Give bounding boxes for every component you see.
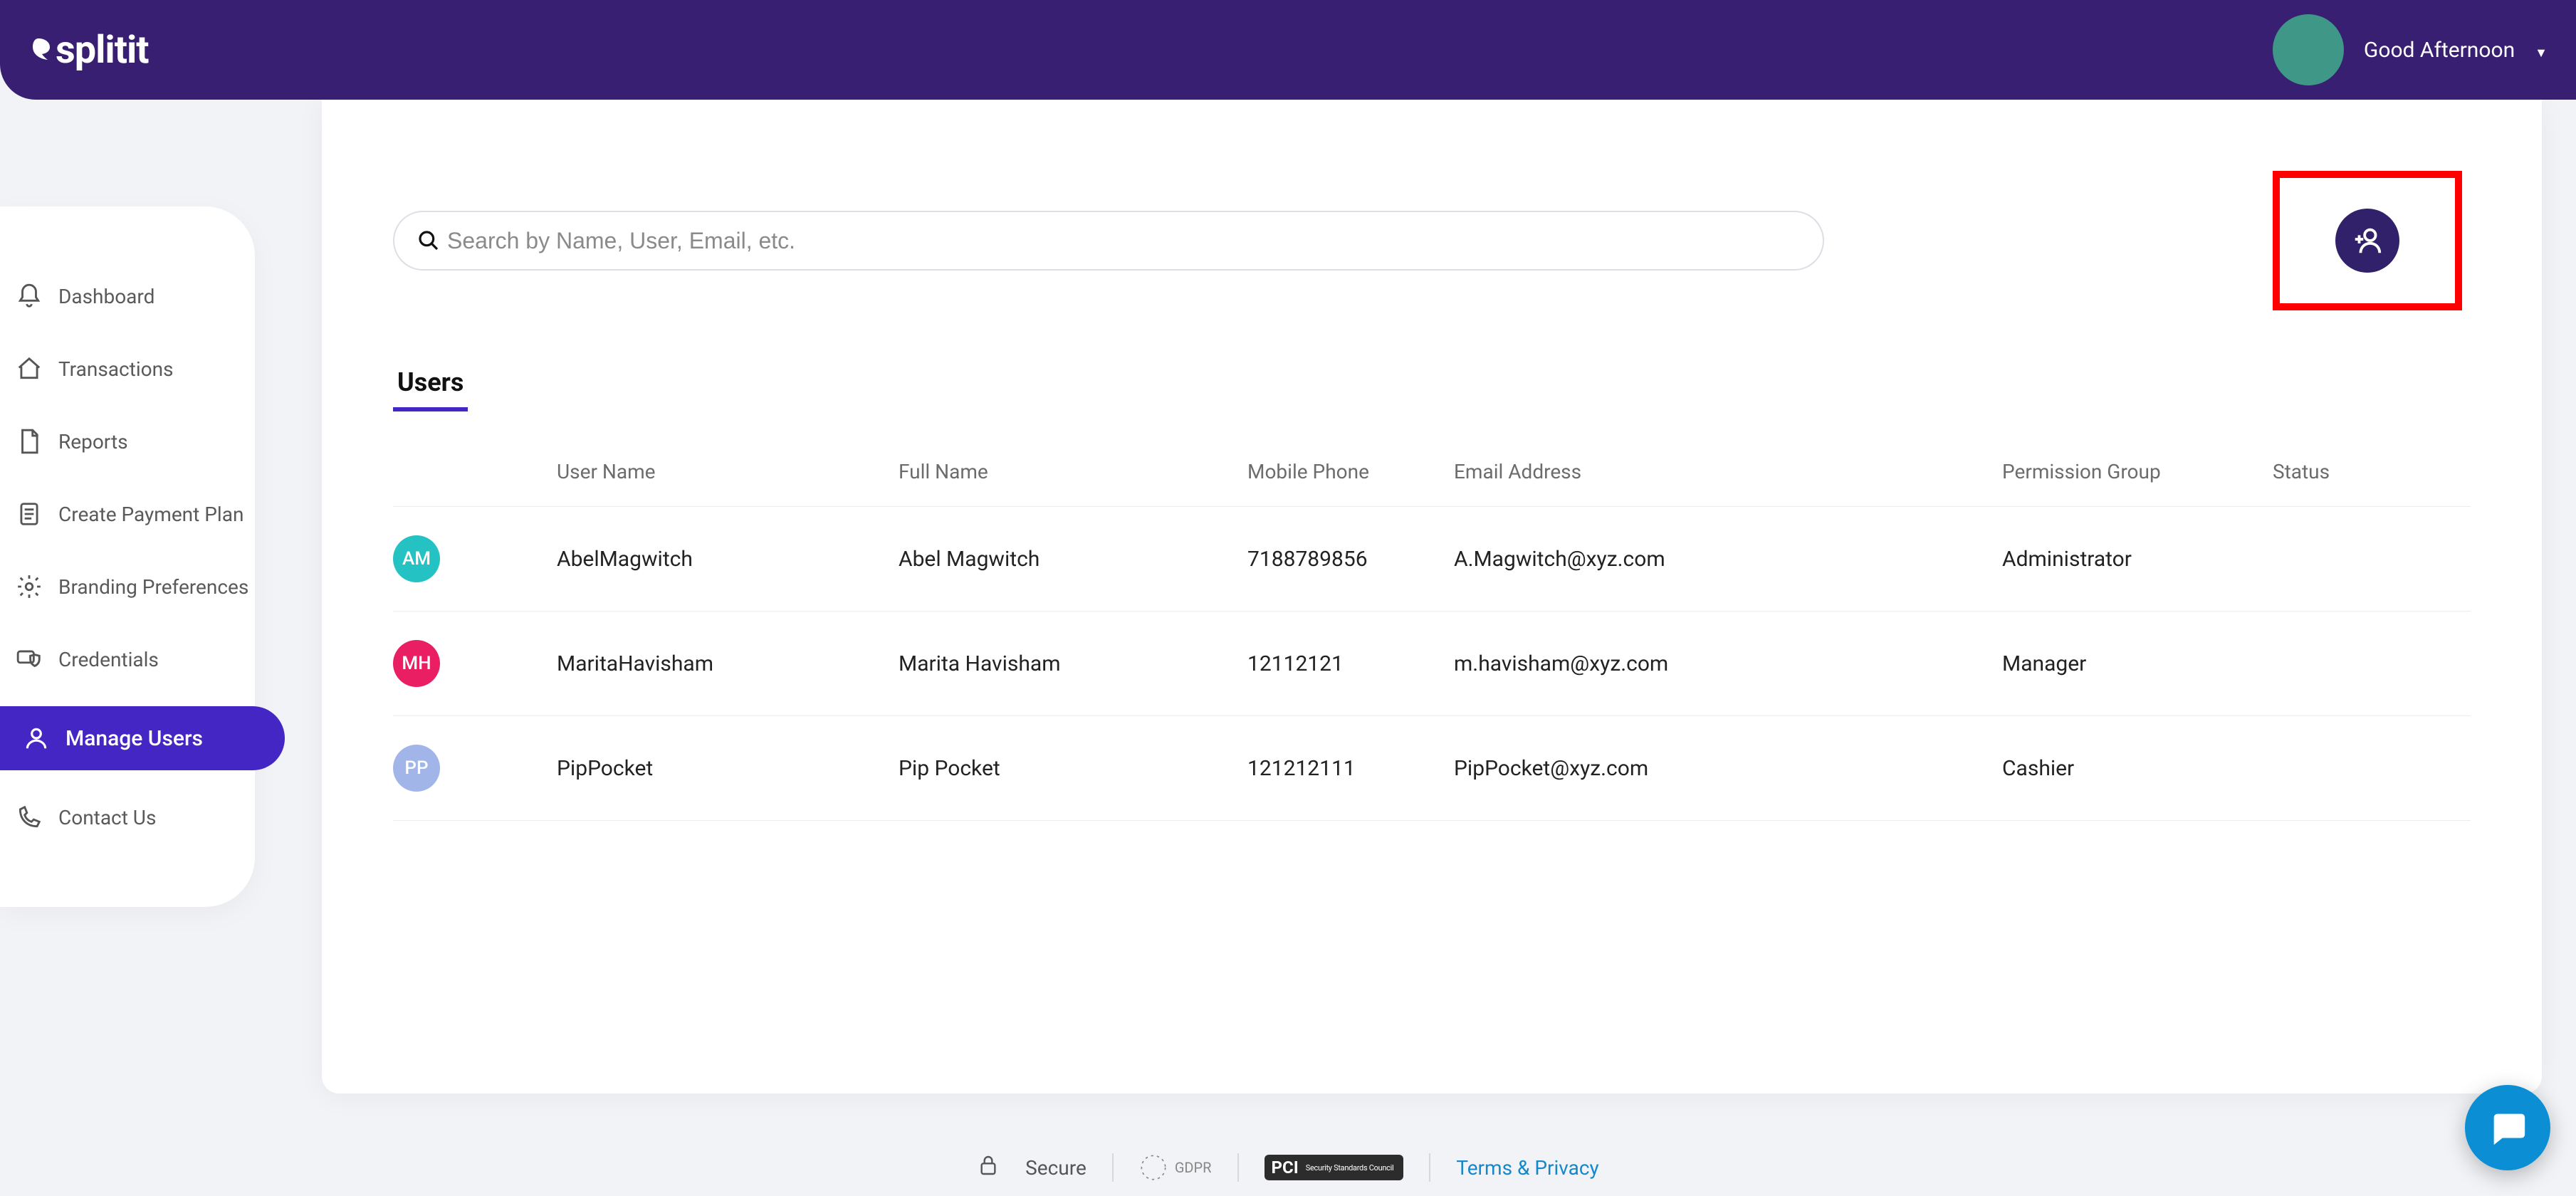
main-panel: Users User Name Full Name Mobile Phone E…	[322, 100, 2542, 1093]
add-user-icon	[2351, 224, 2384, 257]
sidebar-item-contact-us[interactable]: Contact Us	[0, 792, 255, 843]
sidebar: Dashboard Transactions Reports Create Pa…	[0, 206, 255, 907]
cell-status	[2273, 716, 2471, 821]
sidebar-item-branding-preferences[interactable]: Branding Preferences	[0, 561, 255, 612]
cell-email: PipPocket@xyz.com	[1454, 716, 2002, 821]
account-menu-caret-icon[interactable]: ▼	[2535, 46, 2548, 61]
footer-secure-text: Secure	[1025, 1156, 1087, 1180]
col-username: User Name	[557, 460, 899, 507]
sidebar-item-create-payment-plan[interactable]: Create Payment Plan	[0, 488, 255, 540]
cell-group: Administrator	[2002, 507, 2273, 612]
cell-email: A.Magwitch@xyz.com	[1454, 507, 2002, 612]
cell-phone: 12112121	[1247, 612, 1454, 716]
tabs: Users	[393, 367, 2471, 411]
cell-group: Cashier	[2002, 716, 2273, 821]
sidebar-item-label: Manage Users	[66, 726, 203, 751]
lock-icon	[977, 1154, 1000, 1182]
card-shield-icon	[16, 646, 43, 673]
sidebar-item-label: Dashboard	[58, 285, 155, 308]
cell-phone: 121212111	[1247, 716, 1454, 821]
cell-fullname: Pip Pocket	[899, 716, 1247, 821]
footer: Secure GDPR PCI Security Standards Counc…	[0, 1153, 2576, 1182]
header-right: Good Afternoon ▼	[2273, 14, 2548, 85]
sidebar-item-label: Branding Preferences	[58, 575, 248, 599]
bell-icon	[16, 283, 43, 310]
sidebar-item-manage-users[interactable]: Manage Users	[0, 706, 285, 770]
eu-stars-icon	[1139, 1153, 1168, 1182]
cell-fullname: Abel Magwitch	[899, 507, 1247, 612]
sidebar-item-label: Contact Us	[58, 806, 156, 829]
divider	[1429, 1153, 1430, 1182]
home-icon	[16, 355, 43, 382]
search-input[interactable]	[447, 228, 1800, 254]
sidebar-item-reports[interactable]: Reports	[0, 416, 255, 467]
chat-icon	[2487, 1107, 2528, 1148]
gdpr-text: GDPR	[1175, 1159, 1212, 1176]
brand: splitit	[26, 28, 149, 73]
terms-privacy-link[interactable]: Terms & Privacy	[1456, 1156, 1598, 1180]
row-avatar: PP	[393, 745, 440, 792]
row-avatar: MH	[393, 640, 440, 687]
cell-group: Manager	[2002, 612, 2273, 716]
users-table: User Name Full Name Mobile Phone Email A…	[393, 460, 2471, 821]
sidebar-item-credentials[interactable]: Credentials	[0, 634, 255, 685]
table-row[interactable]: AM AbelMagwitchAbel Magwitch7188789856A.M…	[393, 507, 2471, 612]
divider	[1237, 1153, 1239, 1182]
col-email: Email Address	[1454, 460, 2002, 507]
col-fullname: Full Name	[899, 460, 1247, 507]
gdpr-badge: GDPR	[1139, 1153, 1212, 1182]
cell-username: MaritaHavisham	[557, 612, 899, 716]
sidebar-item-transactions[interactable]: Transactions	[0, 343, 255, 394]
cell-username: PipPocket	[557, 716, 899, 821]
add-user-button[interactable]	[2335, 209, 2399, 273]
cell-email: m.havisham@xyz.com	[1454, 612, 2002, 716]
divider	[1112, 1153, 1114, 1182]
greeting-text: Good Afternoon	[2364, 38, 2515, 63]
col-phone: Mobile Phone	[1247, 460, 1454, 507]
search-field-container[interactable]	[393, 211, 1824, 271]
pci-title: PCI	[1272, 1159, 1299, 1176]
phone-icon	[16, 804, 43, 831]
pci-subtitle: Security Standards Council	[1306, 1164, 1394, 1172]
panel-top-row	[393, 171, 2471, 310]
sidebar-item-label: Reports	[58, 430, 128, 453]
search-icon	[417, 229, 440, 252]
brand-name: splitit	[56, 28, 149, 73]
highlight-annotation	[2273, 171, 2462, 310]
cell-status	[2273, 507, 2471, 612]
sidebar-item-label: Credentials	[58, 648, 159, 671]
sidebar-item-label: Create Payment Plan	[58, 503, 244, 526]
tab-users[interactable]: Users	[393, 367, 468, 411]
table-row[interactable]: PP PipPocketPip Pocket121212111PipPocket@…	[393, 716, 2471, 821]
row-avatar: AM	[393, 535, 440, 582]
user-icon	[23, 725, 50, 752]
cell-username: AbelMagwitch	[557, 507, 899, 612]
col-group: Permission Group	[2002, 460, 2273, 507]
pci-badge: PCI Security Standards Council	[1265, 1155, 1404, 1180]
sidebar-item-label: Transactions	[58, 357, 174, 381]
cell-phone: 7188789856	[1247, 507, 1454, 612]
clipboard-icon	[16, 500, 43, 528]
chat-button[interactable]	[2465, 1085, 2550, 1170]
cell-fullname: Marita Havisham	[899, 612, 1247, 716]
gear-icon	[16, 573, 43, 600]
app-header: splitit Good Afternoon ▼	[0, 0, 2576, 100]
brand-logo-icon	[26, 37, 51, 63]
user-avatar[interactable]	[2273, 14, 2344, 85]
cell-status	[2273, 612, 2471, 716]
sidebar-item-dashboard[interactable]: Dashboard	[0, 271, 255, 322]
table-row[interactable]: MH MaritaHavishamMarita Havisham12112121m…	[393, 612, 2471, 716]
col-status: Status	[2273, 460, 2471, 507]
document-icon	[16, 428, 43, 455]
